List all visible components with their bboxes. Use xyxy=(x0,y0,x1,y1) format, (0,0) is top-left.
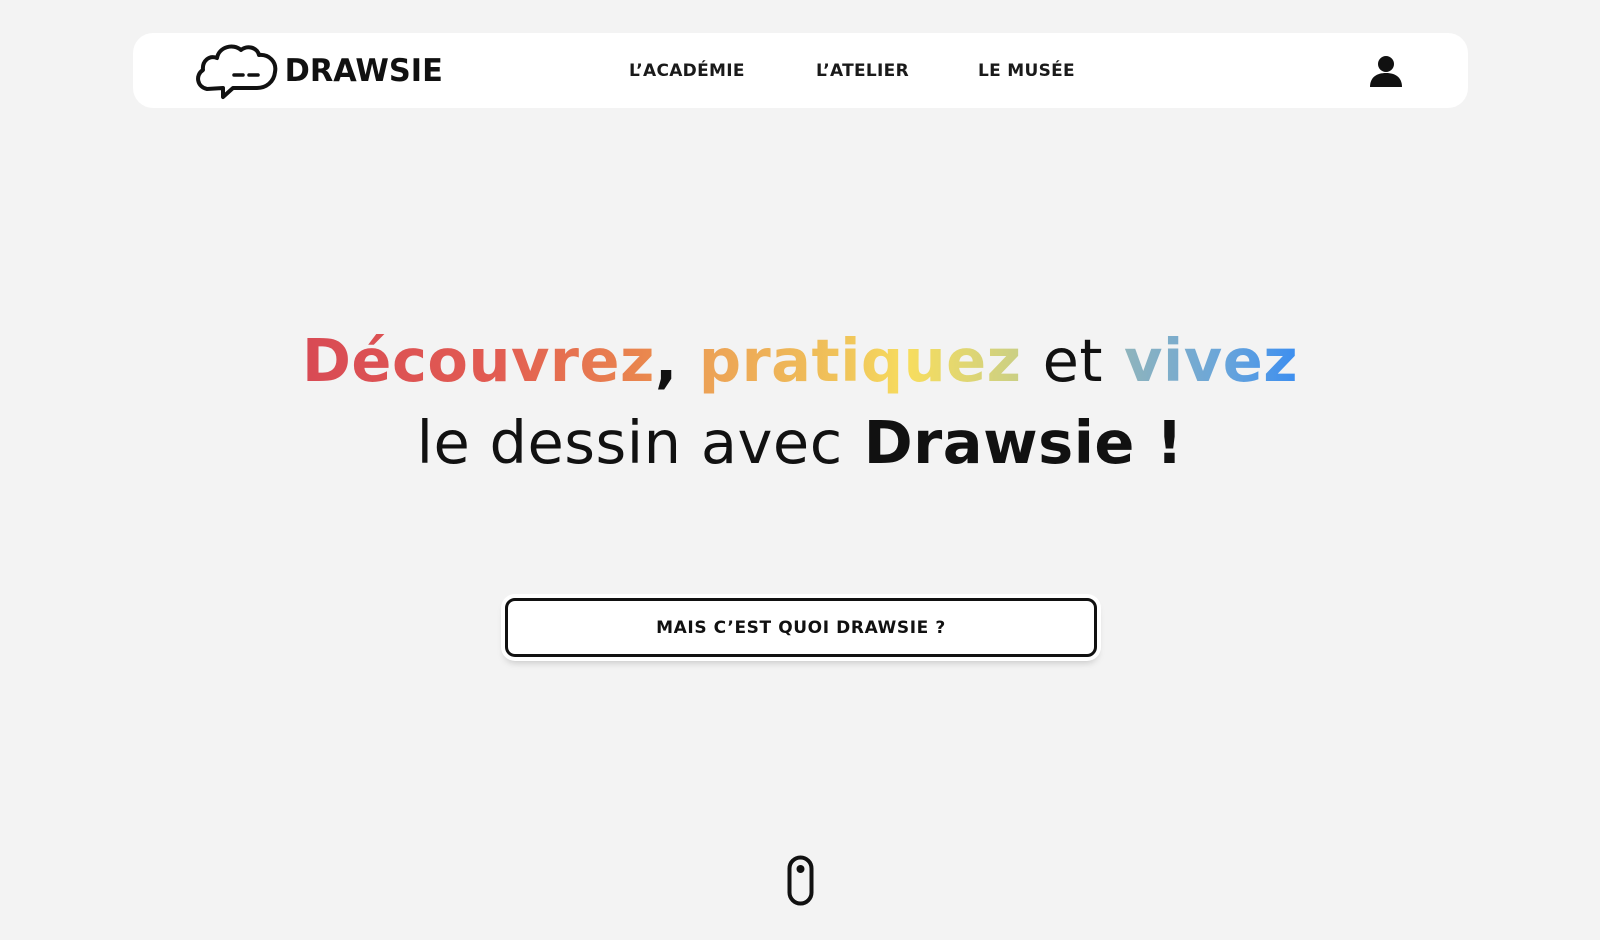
hero-comma: , xyxy=(654,326,678,395)
nav-link-musee[interactable]: LE MUSÉE xyxy=(978,33,1075,108)
top-navbar: DRAWSIE L’ACADÉMIE L’ATELIER LE MUSÉE xyxy=(133,33,1468,108)
hero-word-vivez: vivez xyxy=(1124,326,1299,395)
mouse-scroll-icon[interactable] xyxy=(787,855,814,906)
nav-link-atelier[interactable]: L’ATELIER xyxy=(816,33,909,108)
user-account-icon[interactable] xyxy=(1368,53,1404,89)
brand-name: DRAWSIE xyxy=(284,52,443,89)
landing-page: DRAWSIE L’ACADÉMIE L’ATELIER LE MUSÉE Dé… xyxy=(0,0,1600,940)
hero-word-pratiquez: pratiquez xyxy=(698,326,1022,395)
what-is-drawsie-button[interactable]: MAIS C’EST QUOI DRAWSIE ? xyxy=(505,598,1097,657)
hero-line2-text: le dessin avec xyxy=(416,408,843,477)
hero-word-et: et xyxy=(1042,326,1103,395)
nav-link-academie[interactable]: L’ACADÉMIE xyxy=(629,33,745,108)
hero-line2-brand: Drawsie ! xyxy=(863,408,1184,477)
brand-logo-link[interactable]: DRAWSIE xyxy=(193,41,444,101)
hero-headline-line2: le dessin avec Drawsie ! xyxy=(0,402,1600,484)
hero-headline-line1: Découvrez, pratiquez et vivez xyxy=(0,320,1600,402)
hero-section: Découvrez, pratiquez et vivez le dessin … xyxy=(0,320,1600,484)
hero-word-decouvrez: Découvrez xyxy=(301,326,655,395)
cloud-speech-bubble-icon xyxy=(196,44,278,99)
